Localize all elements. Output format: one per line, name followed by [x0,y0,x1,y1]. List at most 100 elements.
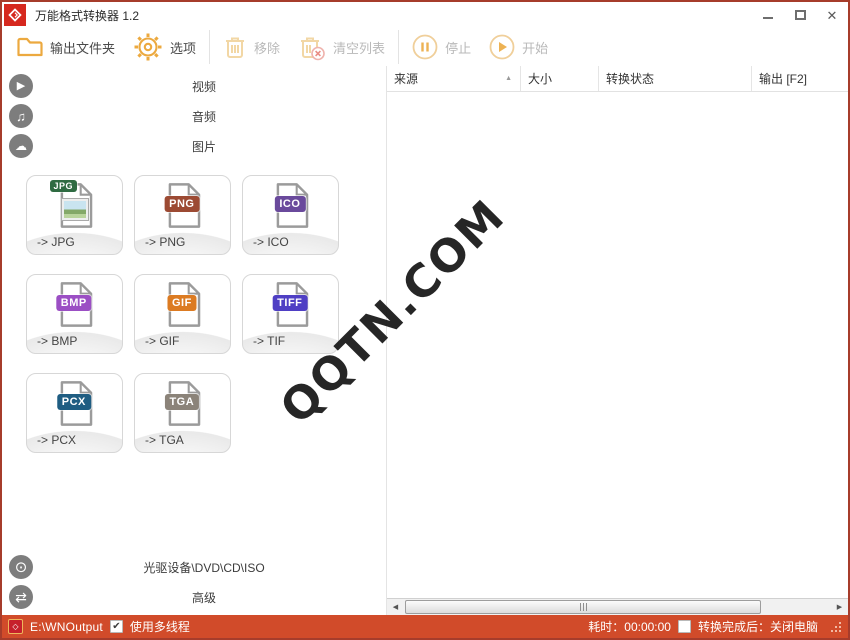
format-tile-gif[interactable]: GIF -> GIF [134,274,231,354]
category-item-swap[interactable]: ⇄ 高级 [2,582,386,612]
remove-button[interactable]: 移除 [223,34,280,60]
horizontal-scrollbar[interactable]: ◀ ▶ [387,598,848,615]
format-badge: PCX [57,394,91,410]
format-badge: TGA [164,394,199,410]
clear-list-label: 清空列表 [333,38,385,57]
scrollbar-grip-icon [580,603,587,611]
column-label: 转换状态 [606,70,654,87]
bottom-category-list: ⊙ 光驱设备\DVD\CD\ISO ⇄ 高级 [2,552,386,612]
category-label: 音频 [2,108,386,125]
category-item-disc[interactable]: ⊙ 光驱设备\DVD\CD\ISO [2,552,386,582]
video-icon: ▶ [9,74,33,98]
gear-icon [133,32,163,62]
shutdown-checkbox[interactable] [678,620,691,633]
category-label: 光驱设备\DVD\CD\ISO [2,559,386,576]
column-header[interactable]: 转换状态 [599,66,752,91]
column-header[interactable]: 来源 ▲ [387,66,521,91]
format-tile-jpg[interactable]: JPG -> JPG [26,175,123,255]
close-icon: ✕ [827,9,838,22]
format-badge: ICO [274,196,305,212]
format-tile-tiff[interactable]: TIFF -> TIF [242,274,339,354]
minimize-button[interactable] [752,2,784,28]
start-label: 开始 [522,38,548,57]
category-item-audio[interactable]: ♫ 音频 [2,101,386,131]
format-badge: BMP [56,295,92,311]
clear-list-button[interactable]: 清空列表 [298,34,385,61]
column-header[interactable]: 输出 [F2] [752,66,848,91]
format-tile-bmp[interactable]: BMP -> BMP [26,274,123,354]
stop-label: 停止 [445,38,471,57]
tile-label: -> PNG [145,235,185,249]
tile-label: -> BMP [37,334,77,348]
resize-grip[interactable] [829,620,842,633]
app-logo-icon [4,4,26,26]
toolbar: 输出文件夹 选项 [2,28,848,66]
tile-label: -> PCX [37,433,76,447]
multithread-label: 使用多线程 [130,618,190,635]
tile-label: -> GIF [145,334,179,348]
output-folder-chip-icon[interactable]: ◇ [8,619,23,634]
category-label: 图片 [2,138,386,155]
status-bar: ◇ E:\WNOutput ✔ 使用多线程 耗时：00:00:00 转换完成后：… [2,615,848,638]
stop-button[interactable]: 停止 [412,34,471,60]
tile-label: -> ICO [253,235,289,249]
format-badge: GIF [167,295,197,311]
format-badge: PNG [164,196,199,212]
scroll-right-arrow[interactable]: ▶ [831,599,848,615]
tile-label: -> TIF [253,334,285,348]
audio-icon: ♫ [9,104,33,128]
title-bar: 万能格式转换器 1.2 ✕ [2,2,848,28]
output-folder-label: 输出文件夹 [50,38,115,57]
image-icon: ☁ [9,134,33,158]
table-body [387,92,848,598]
format-tile-pcx[interactable]: PCX -> PCX [26,373,123,453]
elapsed-time: 耗时：00:00:00 [588,618,671,635]
format-tile-ico[interactable]: ICO -> ICO [242,175,339,255]
category-list: ▶ 视频 ♫ 音频 ☁ 图片 [2,71,386,161]
options-label: 选项 [170,38,196,57]
window-title: 万能格式转换器 1.2 [35,7,139,24]
options-button[interactable]: 选项 [133,32,196,62]
folder-icon [16,35,43,59]
disc-icon: ⊙ [9,555,33,579]
shutdown-label: 转换完成后：关闭电脑 [698,618,818,635]
start-button[interactable]: 开始 [489,34,548,60]
column-label: 输出 [F2] [759,70,807,87]
remove-label: 移除 [254,38,280,57]
column-label: 大小 [528,70,552,87]
format-badge: JPG [50,180,78,192]
output-path[interactable]: E:\WNOutput [30,620,103,634]
sort-ascending-icon: ▲ [505,75,512,82]
scroll-left-arrow[interactable]: ◀ [387,599,404,615]
minimize-icon [763,17,773,19]
trash-x-icon [298,34,326,61]
table-header: 来源 ▲ 大小 转换状态 输出 [F2] [387,66,848,92]
format-badge: TIFF [272,295,307,311]
swap-icon: ⇄ [9,585,33,609]
column-label: 来源 [394,70,418,87]
scrollbar-thumb[interactable] [405,600,761,614]
format-sidebar: ▶ 视频 ♫ 音频 ☁ 图片 JPG -> JPG PNG [2,66,387,615]
format-tile-tga[interactable]: TGA -> TGA [134,373,231,453]
window-controls: ✕ [752,2,848,28]
category-item-video[interactable]: ▶ 视频 [2,71,386,101]
toolbar-separator [398,30,399,64]
format-tiles: JPG -> JPG PNG -> PNG ICO -> ICO [26,175,356,453]
category-label: 高级 [2,589,386,606]
trash-icon [223,34,247,60]
category-label: 视频 [2,78,386,95]
maximize-button[interactable] [784,2,816,28]
column-header[interactable]: 大小 [521,66,599,91]
pause-circle-icon [412,34,438,60]
tile-label: -> TGA [145,433,184,447]
play-circle-icon [489,34,515,60]
toolbar-separator [209,30,210,64]
tile-label: -> JPG [37,235,75,249]
close-button[interactable]: ✕ [816,2,848,28]
multithread-checkbox[interactable]: ✔ [110,620,123,633]
file-list-panel: 来源 ▲ 大小 转换状态 输出 [F2] ◀ ▶ [387,66,848,615]
category-item-image[interactable]: ☁ 图片 [2,131,386,161]
output-folder-button[interactable]: 输出文件夹 [16,35,115,59]
format-tile-png[interactable]: PNG -> PNG [134,175,231,255]
app-window: 万能格式转换器 1.2 ✕ 输出文件夹 [0,0,850,640]
